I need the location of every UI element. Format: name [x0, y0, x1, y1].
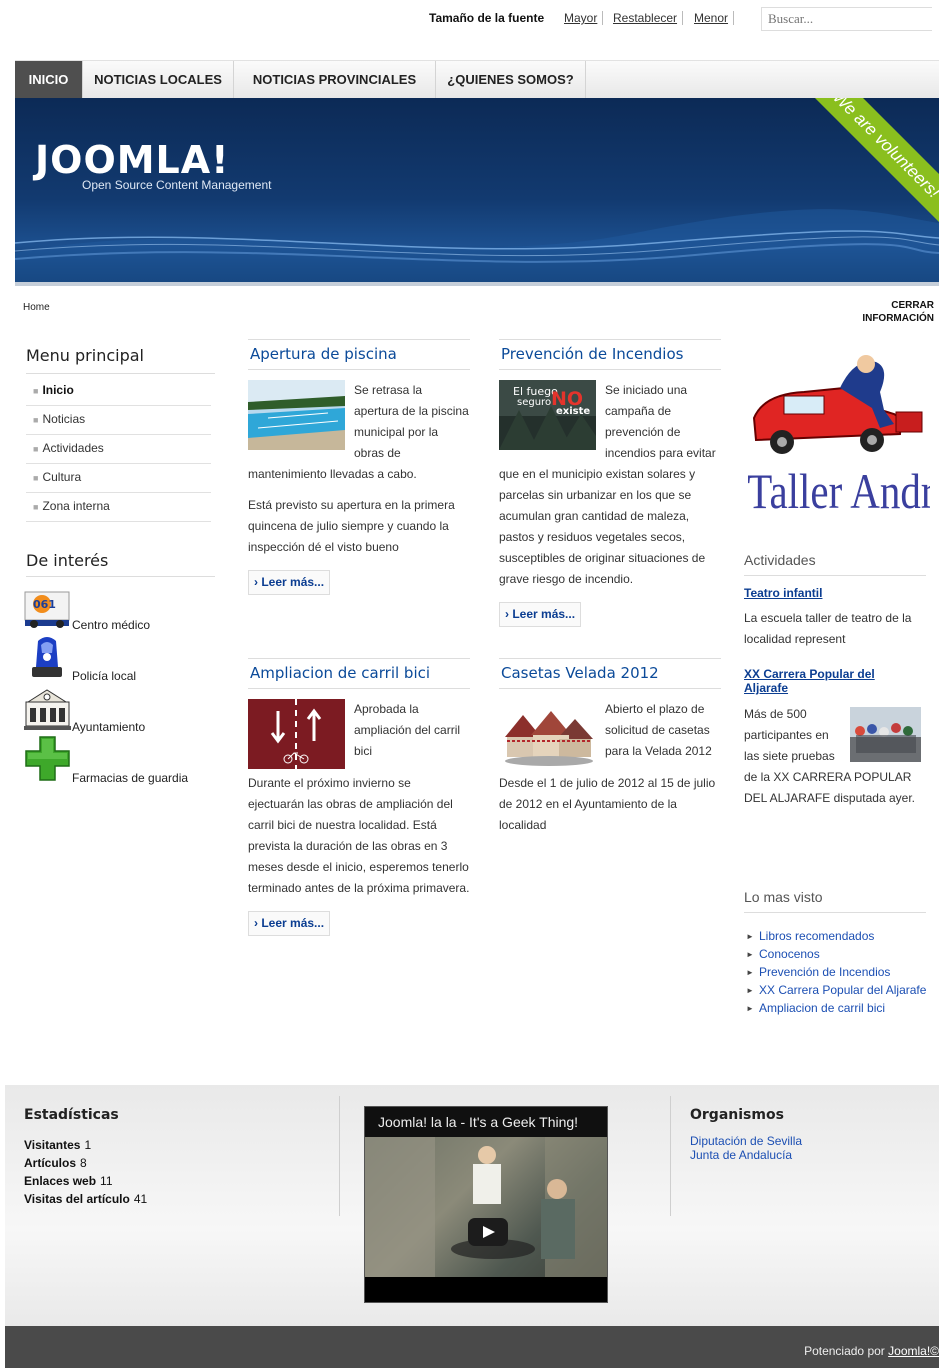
- article-title[interactable]: Apertura de piscina: [248, 339, 470, 370]
- wave-decoration: [15, 209, 939, 282]
- fire-prevention-image: El fuego seguro NO existe: [499, 380, 596, 450]
- town-hall-icon: [24, 689, 71, 730]
- stat-row: Visitantes 1: [24, 1138, 92, 1152]
- actividad-carrera-link[interactable]: XX Carrera Popular del Aljarafe: [744, 667, 894, 695]
- interes-label: Farmacias de guardia: [72, 771, 189, 785]
- lo-mas-visto-title: Lo mas visto: [744, 889, 926, 913]
- joomla-link[interactable]: Joomla!©: [888, 1344, 939, 1358]
- org-link-diputacion[interactable]: Diputación de Sevilla: [690, 1134, 802, 1148]
- actividades-title: Actividades: [744, 552, 926, 576]
- actividad-teatro-link[interactable]: Teatro infantil: [744, 586, 822, 600]
- top-bar: Tamaño de la fuente Mayor Restablecer Me…: [0, 7, 939, 31]
- bullet-icon: ■: [33, 502, 39, 512]
- bullet-icon: ■: [33, 386, 39, 396]
- search-input[interactable]: [761, 7, 932, 31]
- pool-image: [248, 380, 345, 450]
- site-logo[interactable]: JOOMLA!: [35, 138, 230, 182]
- stat-row: Enlaces web 11: [24, 1174, 113, 1188]
- main-nav: INICIO NOTICIAS LOCALES NOTICIAS PROVINC…: [15, 60, 939, 98]
- popular-link[interactable]: Ampliacion de carril bici: [746, 1001, 931, 1016]
- interes-label: Centro médico: [72, 618, 151, 632]
- image-text-4: existe: [556, 406, 590, 417]
- organismos-title: Organismos: [690, 1107, 784, 1123]
- video-title[interactable]: Joomla! la la - It's a Geek Thing!: [365, 1107, 607, 1137]
- site-tagline: Open Source Content Management: [82, 178, 272, 192]
- nav-item-noticias-provinciales[interactable]: NOTICIAS PROVINCIALES: [234, 61, 436, 98]
- stats-list: Visitantes 1 Artículos 8 Enlaces web 11 Vis…: [24, 1136, 147, 1208]
- read-more-button[interactable]: › Leer más...: [248, 570, 331, 595]
- menu-item-zona-interna[interactable]: ■ Zona interna: [26, 493, 211, 522]
- bullet-icon: ■: [33, 444, 39, 454]
- close-info-line2: INFORMACIÓN: [862, 313, 934, 324]
- article-title[interactable]: Casetas Velada 2012: [499, 658, 721, 689]
- video-scene: [365, 1137, 607, 1278]
- casetas-image: [499, 699, 596, 769]
- menu-item-inicio[interactable]: ■ Inicio: [26, 377, 211, 406]
- popular-link[interactable]: XX Carrera Popular del Aljarafe: [746, 983, 931, 998]
- video-controls[interactable]: [365, 1277, 607, 1302]
- article-title[interactable]: Ampliacion de carril bici: [248, 658, 470, 689]
- svg-text:061: 061: [33, 598, 56, 611]
- article-prevencion-incendios: Prevención de Incendios El fuego seguro …: [499, 339, 721, 627]
- bullet-icon: ■: [33, 415, 39, 425]
- footer-divider: [670, 1096, 671, 1216]
- ad-text: Taller Andrés: [747, 463, 930, 519]
- menu-item-cultura[interactable]: ■ Cultura: [26, 464, 211, 493]
- ambulance-icon: 061: [24, 591, 70, 628]
- de-interes-title: De interés: [26, 551, 215, 577]
- nav-item-noticias-locales[interactable]: NOTICIAS LOCALES: [83, 61, 234, 98]
- article-carril-bici: Ampliacion de carril bici Aprobada la am…: [248, 658, 470, 936]
- nav-item-quienes-somos[interactable]: ¿QUIENES SOMOS?: [436, 61, 586, 98]
- menu-principal-list: ■ Inicio ■ Noticias ■ Actividades ■ Cultura …: [26, 377, 211, 522]
- header-banner: JOOMLA! Open Source Content Management W…: [15, 98, 939, 286]
- close-info-button[interactable]: CERRAR INFORMACIÓN: [862, 299, 934, 325]
- menu-item-actividades[interactable]: ■ Actividades: [26, 435, 211, 464]
- bullet-icon: ■: [33, 473, 39, 483]
- font-size-label: Tamaño de la fuente: [429, 11, 545, 25]
- organismos-links: Diputación de Sevilla Junta de Andalucía: [690, 1134, 802, 1162]
- menu-item-noticias[interactable]: ■ Noticias: [26, 406, 211, 435]
- popular-link[interactable]: Prevención de Incendios: [746, 965, 931, 980]
- play-icon[interactable]: [468, 1218, 508, 1246]
- article-casetas-velada: Casetas Velada 2012 Abierto el plazo de …: [499, 658, 721, 836]
- font-larger-link[interactable]: Mayor: [564, 11, 604, 25]
- read-more-button[interactable]: › Leer más...: [499, 602, 582, 627]
- bike-lane-image: [248, 699, 345, 769]
- stat-row: Artículos 8: [24, 1156, 87, 1170]
- police-light-icon: [32, 637, 62, 677]
- video-thumbnail[interactable]: [365, 1137, 607, 1278]
- article-body: Durante el próximo invierno se ejectuará…: [248, 776, 470, 895]
- stats-title: Estadísticas: [24, 1107, 119, 1123]
- article-title[interactable]: Prevención de Incendios: [499, 339, 721, 370]
- pharmacy-cross-icon: [25, 736, 70, 781]
- article-apertura-piscina: Apertura de piscina Se retrasa la apertu…: [248, 339, 470, 595]
- stat-row: Visitas del artículo 41: [24, 1192, 148, 1206]
- font-smaller-link[interactable]: Menor: [694, 11, 735, 25]
- popular-link[interactable]: Conocenos: [746, 947, 931, 962]
- article-body: Desde el 1 de julio de 2012 al 15 de jul…: [499, 776, 716, 832]
- close-info-line1: CERRAR: [891, 300, 934, 311]
- org-link-junta[interactable]: Junta de Andalucía: [690, 1148, 802, 1162]
- interes-label: Policía local: [72, 669, 137, 683]
- image-text-2: seguro: [517, 397, 551, 408]
- menu-principal-title: Menu principal: [26, 346, 215, 374]
- bottom-bar: Potenciado por Joomla!©: [5, 1326, 939, 1368]
- popular-link[interactable]: Libros recomendados: [746, 929, 931, 944]
- lo-mas-visto-list: Libros recomendados Conocenos Prevención…: [746, 929, 931, 1019]
- font-reset-link[interactable]: Restablecer: [613, 11, 684, 25]
- breadcrumb[interactable]: Home: [23, 302, 50, 313]
- nav-item-inicio[interactable]: INICIO: [15, 61, 83, 98]
- actividad-teatro-text: La escuela taller de teatro de la locali…: [744, 611, 912, 646]
- read-more-button[interactable]: › Leer más...: [248, 911, 331, 936]
- article-body: Está previsto su apertura en la primera …: [248, 498, 455, 554]
- powered-by: Potenciado por Joomla!©: [804, 1344, 939, 1358]
- actividad-carrera-block: Más de 500 participantes en las siete pr…: [744, 704, 926, 809]
- video-player[interactable]: Joomla! la la - It's a Geek Thing!: [364, 1106, 608, 1303]
- race-photo: [850, 707, 921, 762]
- page: Tamaño de la fuente Mayor Restablecer Me…: [0, 0, 939, 1368]
- taller-andres-ad[interactable]: Taller Andrés: [744, 348, 930, 520]
- interes-label: Ayuntamiento: [72, 720, 146, 734]
- footer-divider: [339, 1096, 340, 1216]
